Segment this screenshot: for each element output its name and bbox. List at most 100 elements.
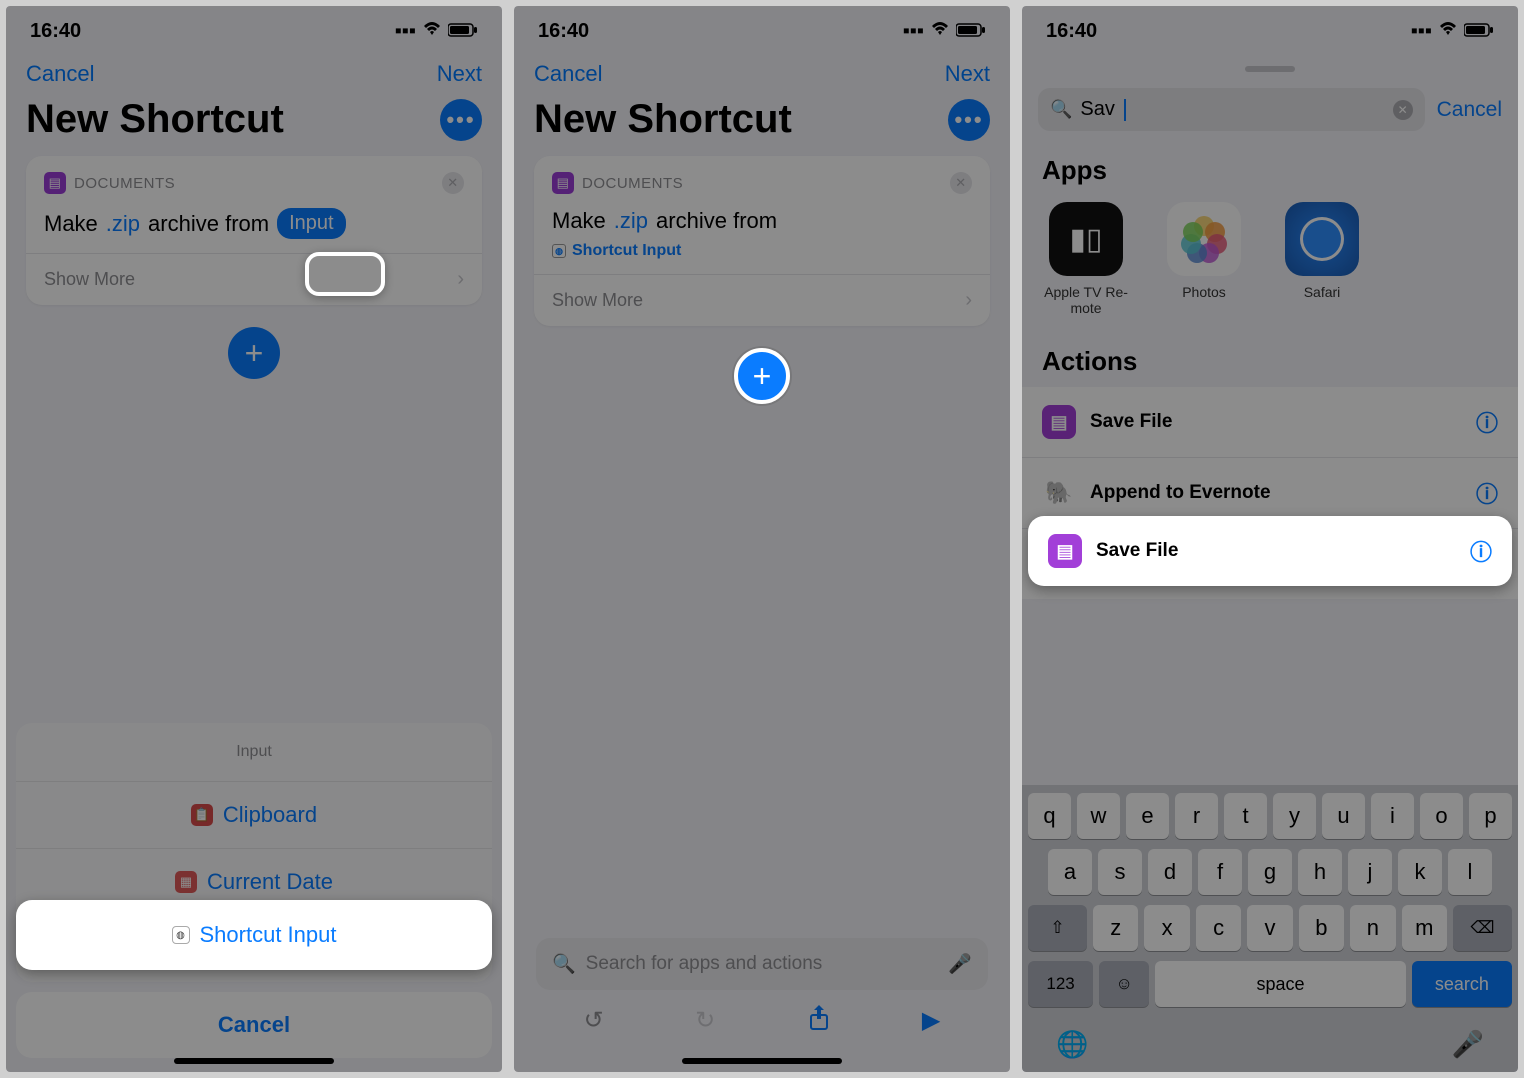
- play-button[interactable]: ▶: [922, 1006, 940, 1035]
- key-o[interactable]: o: [1420, 793, 1463, 839]
- key-search[interactable]: search: [1412, 961, 1512, 1007]
- home-indicator[interactable]: [174, 1058, 334, 1064]
- key-f[interactable]: f: [1198, 849, 1242, 895]
- action-card[interactable]: ▤ DOCUMENTS ✕ Make .zip archive from Inp…: [26, 156, 482, 305]
- status-time: 16:40: [538, 20, 589, 43]
- clear-icon[interactable]: ✕: [1393, 100, 1413, 120]
- next-button[interactable]: Next: [945, 61, 990, 87]
- cancel-button[interactable]: Cancel: [26, 61, 94, 87]
- documents-icon: ▤: [552, 172, 574, 194]
- app-apple-tv-remote[interactable]: ▮▯ Apple TV Re-mote: [1044, 202, 1128, 316]
- status-icons: ▪▪▪: [1411, 20, 1494, 43]
- key-backspace[interactable]: ⌫: [1453, 905, 1512, 951]
- key-123[interactable]: 123: [1028, 961, 1093, 1007]
- app-photos-label: Photos: [1182, 284, 1226, 300]
- shortcut-input-token[interactable]: ◍ Shortcut Input: [552, 234, 972, 260]
- battery-icon: [956, 20, 986, 43]
- picker-header: Input: [16, 723, 492, 781]
- key-b[interactable]: b: [1299, 905, 1344, 951]
- show-more-row[interactable]: Show More ›: [26, 253, 482, 291]
- add-action-button[interactable]: +: [228, 327, 280, 379]
- info-icon[interactable]: ⓘ: [1476, 477, 1498, 509]
- next-button[interactable]: Next: [437, 61, 482, 87]
- key-h[interactable]: h: [1298, 849, 1342, 895]
- key-l[interactable]: l: [1448, 849, 1492, 895]
- key-e[interactable]: e: [1126, 793, 1169, 839]
- key-i[interactable]: i: [1371, 793, 1414, 839]
- search-input[interactable]: 🔍 Sav ✕: [1038, 88, 1425, 131]
- zip-token[interactable]: .zip: [614, 208, 648, 234]
- more-button[interactable]: •••: [948, 99, 990, 141]
- app-photos[interactable]: Photos: [1162, 202, 1246, 316]
- cancel-button[interactable]: Cancel: [534, 61, 602, 87]
- add-action-button[interactable]: +: [734, 348, 790, 404]
- nav-bar: Cancel Next: [6, 51, 502, 93]
- key-m[interactable]: m: [1402, 905, 1447, 951]
- signal-icon: ▪▪▪: [903, 20, 924, 43]
- key-y[interactable]: y: [1273, 793, 1316, 839]
- key-shift[interactable]: ⇧: [1028, 905, 1087, 951]
- key-r[interactable]: r: [1175, 793, 1218, 839]
- page-title: New Shortcut: [26, 97, 284, 142]
- info-icon: ⓘ: [1470, 535, 1492, 567]
- key-d[interactable]: d: [1148, 849, 1192, 895]
- status-bar: 16:40 ▪▪▪: [6, 6, 502, 51]
- action-card[interactable]: ▤ DOCUMENTS ✕ Make .zip archive from ◍ S…: [534, 156, 990, 326]
- share-button[interactable]: [807, 1003, 831, 1038]
- clipboard-icon: 📋: [191, 804, 213, 826]
- sheet-grabber[interactable]: [1245, 66, 1295, 72]
- screen-2: 16:40 ▪▪▪ Cancel Next New Shortcut ••• ▤…: [514, 6, 1010, 1072]
- kb-row-3: ⇧ z x c v b n m ⌫: [1028, 905, 1512, 951]
- highlight-save-file: ▤ Save File ⓘ: [1028, 516, 1512, 586]
- key-a[interactable]: a: [1048, 849, 1092, 895]
- zip-token[interactable]: .zip: [106, 211, 140, 237]
- info-icon[interactable]: ⓘ: [1476, 406, 1498, 438]
- key-space[interactable]: space: [1155, 961, 1406, 1007]
- undo-button[interactable]: ↺: [584, 1006, 604, 1035]
- status-time: 16:40: [1046, 20, 1097, 43]
- action-save-file[interactable]: ▤ Save File ⓘ: [1022, 387, 1518, 458]
- documents-icon: ▤: [1042, 405, 1076, 439]
- chevron-right-icon: ›: [457, 268, 464, 291]
- key-k[interactable]: k: [1398, 849, 1442, 895]
- globe-icon[interactable]: 🌐: [1056, 1029, 1088, 1060]
- search-bar[interactable]: 🔍 Search for apps and actions 🎤: [536, 938, 988, 990]
- card-close-icon[interactable]: ✕: [950, 172, 972, 194]
- keyboard[interactable]: q w e r t y u i o p a s d f g h j k l ⇧ …: [1022, 785, 1518, 1072]
- search-query: Sav: [1080, 98, 1114, 121]
- key-x[interactable]: x: [1144, 905, 1189, 951]
- card-body: Make .zip archive from Input: [44, 194, 464, 239]
- key-j[interactable]: j: [1348, 849, 1392, 895]
- card-close-icon[interactable]: ✕: [442, 172, 464, 194]
- redo-button[interactable]: ↻: [695, 1006, 715, 1035]
- text-cursor: [1124, 99, 1126, 121]
- show-more-row[interactable]: Show More ›: [534, 274, 990, 312]
- key-w[interactable]: w: [1077, 793, 1120, 839]
- key-v[interactable]: v: [1247, 905, 1292, 951]
- documents-icon: ▤: [44, 172, 66, 194]
- home-indicator[interactable]: [682, 1058, 842, 1064]
- key-t[interactable]: t: [1224, 793, 1267, 839]
- signal-icon: ▪▪▪: [395, 20, 416, 43]
- mic-icon[interactable]: 🎤: [948, 952, 972, 976]
- mic-icon[interactable]: 🎤: [1452, 1029, 1484, 1060]
- more-button[interactable]: •••: [440, 99, 482, 141]
- apps-section-title: Apps: [1022, 143, 1518, 196]
- picker-clipboard[interactable]: 📋 Clipboard: [16, 781, 492, 848]
- key-n[interactable]: n: [1350, 905, 1395, 951]
- key-q[interactable]: q: [1028, 793, 1071, 839]
- key-g[interactable]: g: [1248, 849, 1292, 895]
- key-emoji[interactable]: ☺: [1099, 961, 1149, 1007]
- key-p[interactable]: p: [1469, 793, 1512, 839]
- search-cancel-button[interactable]: Cancel: [1437, 98, 1502, 122]
- key-z[interactable]: z: [1093, 905, 1138, 951]
- wifi-icon: [930, 20, 950, 43]
- picker-cancel-button[interactable]: Cancel: [16, 992, 492, 1058]
- app-safari[interactable]: Safari: [1280, 202, 1364, 316]
- screen-1: 16:40 ▪▪▪ Cancel Next New Shortcut ••• ▤…: [6, 6, 502, 1072]
- input-pill[interactable]: Input: [277, 208, 345, 239]
- key-s[interactable]: s: [1098, 849, 1142, 895]
- key-u[interactable]: u: [1322, 793, 1365, 839]
- shortcut-icon: ◍: [172, 926, 190, 944]
- key-c[interactable]: c: [1196, 905, 1241, 951]
